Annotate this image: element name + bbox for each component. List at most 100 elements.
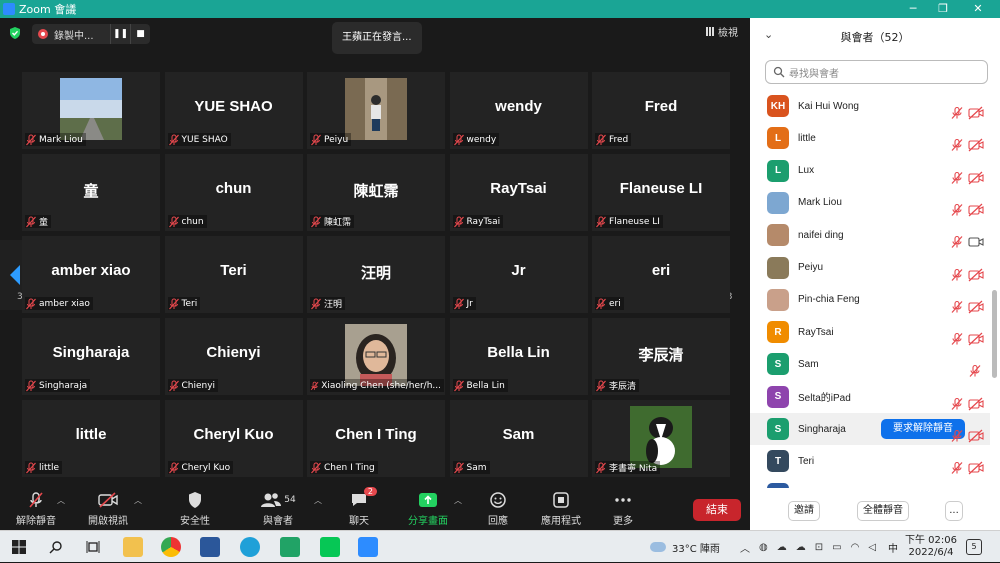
battery-icon[interactable]: ▭: [832, 542, 841, 553]
start-video-button[interactable]: 開啟視訊: [76, 491, 140, 527]
share-options-chevron-icon[interactable]: ︿: [454, 495, 462, 506]
edge-icon[interactable]: [240, 537, 260, 557]
video-tile[interactable]: Fred Fred: [592, 72, 730, 149]
video-tile[interactable]: RayTsai RayTsai: [449, 154, 588, 231]
share-screen-button[interactable]: 分享畫面: [396, 491, 460, 527]
network-cloud-icon[interactable]: ☁: [796, 542, 806, 553]
end-meeting-button[interactable]: 結束: [693, 499, 741, 521]
video-off-icon[interactable]: [968, 138, 984, 152]
participant-row[interactable]: Mark Liou: [750, 187, 990, 219]
video-tile[interactable]: Chen I Ting Chen I Ting: [307, 400, 445, 477]
video-tile[interactable]: Mark Liou: [22, 72, 160, 149]
mic-muted-icon[interactable]: [950, 171, 964, 185]
volume-icon[interactable]: ◁: [868, 542, 876, 553]
video-tile[interactable]: Peiyu: [307, 72, 445, 149]
participant-row[interactable]: T Teri: [750, 445, 990, 477]
video-tile[interactable]: 汪明 汪明: [307, 236, 445, 313]
mic-muted-icon[interactable]: [950, 235, 964, 249]
video-tile[interactable]: little little: [22, 400, 160, 477]
mic-muted-icon[interactable]: [950, 138, 964, 152]
reactions-button[interactable]: 回應: [466, 491, 530, 527]
panel-scrollbar[interactable]: [992, 290, 997, 378]
participant-row[interactable]: Peiyu: [750, 252, 990, 284]
record-icon[interactable]: ⊡: [815, 542, 823, 553]
participant-row[interactable]: R RayTsai: [750, 316, 990, 348]
mic-muted-icon[interactable]: [950, 397, 964, 411]
video-off-icon[interactable]: [968, 397, 984, 411]
chrome-icon[interactable]: [161, 537, 181, 557]
mic-muted-icon[interactable]: [950, 106, 964, 120]
invite-button[interactable]: 邀請: [788, 501, 820, 521]
participants-button[interactable]: 54 與會者: [246, 491, 310, 527]
stop-recording-button[interactable]: ■: [130, 24, 150, 44]
zoom-taskbar-icon[interactable]: [358, 537, 378, 557]
task-view-icon[interactable]: [86, 540, 100, 554]
video-options-chevron-icon[interactable]: ︿: [134, 495, 142, 506]
mic-muted-icon[interactable]: [950, 268, 964, 282]
video-on-icon[interactable]: [968, 235, 984, 249]
collapse-panel-chevron-icon[interactable]: ⌄: [764, 28, 773, 41]
video-off-icon[interactable]: [968, 203, 984, 217]
pause-recording-button[interactable]: ❚❚: [110, 24, 130, 44]
onedrive-icon[interactable]: ☁: [777, 542, 787, 553]
video-off-icon[interactable]: [968, 461, 984, 475]
video-off-icon[interactable]: [968, 332, 984, 346]
participant-row[interactable]: Pin-chia Feng: [750, 284, 990, 316]
participant-row[interactable]: S Singharaja 要求解除靜音: [750, 413, 990, 445]
windows-start-icon[interactable]: [12, 540, 26, 554]
ime-indicator[interactable]: 中: [888, 531, 898, 563]
video-tile[interactable]: Xiaoling Chen (she/her/h...: [307, 318, 445, 395]
minimize-button[interactable]: ─: [898, 0, 928, 18]
video-tile[interactable]: 李辰清 李辰清: [592, 318, 730, 395]
video-tile[interactable]: eri eri: [592, 236, 730, 313]
participant-row[interactable]: TTRIS: [750, 478, 990, 488]
video-tile[interactable]: 李書寧 Nita: [592, 400, 730, 477]
video-tile[interactable]: amber xiao amber xiao: [22, 236, 160, 313]
file-explorer-icon[interactable]: [123, 537, 143, 557]
participants-options-chevron-icon[interactable]: ︿: [314, 495, 322, 506]
video-tile[interactable]: 童童: [22, 154, 160, 231]
excel-icon[interactable]: [280, 537, 300, 557]
participant-row[interactable]: S Selta的iPad: [750, 381, 990, 413]
participant-row[interactable]: KH Kai Hui Wong: [750, 90, 990, 122]
mic-muted-icon[interactable]: [950, 429, 964, 443]
video-tile[interactable]: YUE SHAO YUE SHAO: [164, 72, 303, 149]
close-window-button[interactable]: ✕: [963, 0, 993, 18]
mic-muted-icon[interactable]: [950, 332, 964, 346]
mute-all-button[interactable]: 全體靜音: [857, 501, 909, 521]
video-tile[interactable]: Jr Jr: [449, 236, 588, 313]
tray-chevron-icon[interactable]: ︿: [740, 540, 750, 555]
video-tile[interactable]: chun chun: [164, 154, 303, 231]
participant-row[interactable]: S Sam: [750, 348, 990, 380]
video-tile[interactable]: Chienyi Chienyi: [164, 318, 303, 395]
more-button[interactable]: 更多: [591, 491, 655, 527]
audio-options-chevron-icon[interactable]: ︿: [57, 495, 65, 506]
mic-muted-icon[interactable]: [950, 203, 964, 217]
video-tile[interactable]: Teri Teri: [164, 236, 303, 313]
wifi-icon[interactable]: ◠: [851, 542, 860, 553]
video-tile[interactable]: Flaneuse LI Flaneuse LI: [592, 154, 730, 231]
chat-button[interactable]: 2 聊天: [327, 487, 391, 527]
weather-widget[interactable]: 33°C 陣雨: [650, 531, 720, 563]
security-shield-icon[interactable]: [8, 26, 22, 40]
participant-row[interactable]: Llittle: [750, 122, 990, 154]
video-off-icon[interactable]: [968, 171, 984, 185]
video-tile[interactable]: wendy wendy: [449, 72, 588, 149]
video-tile[interactable]: 陳虹霈 陳虹霈: [307, 154, 445, 231]
participant-row[interactable]: L Lux: [750, 155, 990, 187]
clock[interactable]: 下午 02:06 2022/6/4: [905, 531, 957, 563]
apps-button[interactable]: 應用程式: [529, 491, 593, 527]
mic-muted-icon[interactable]: [950, 300, 964, 314]
video-off-icon[interactable]: [968, 106, 984, 120]
taskbar-search-icon[interactable]: [49, 540, 63, 554]
participant-search-input[interactable]: 尋找與會者: [765, 60, 988, 84]
video-off-icon[interactable]: [968, 268, 984, 282]
notification-center[interactable]: 5: [966, 531, 982, 563]
mic-muted-icon[interactable]: [968, 364, 982, 378]
security-button[interactable]: 安全性: [163, 491, 227, 527]
participant-row[interactable]: naifei ding: [750, 219, 990, 251]
panel-more-button[interactable]: ...: [945, 501, 963, 521]
meet-now-icon[interactable]: ◍: [759, 542, 768, 553]
video-off-icon[interactable]: [968, 429, 984, 443]
mic-muted-icon[interactable]: [950, 461, 964, 475]
